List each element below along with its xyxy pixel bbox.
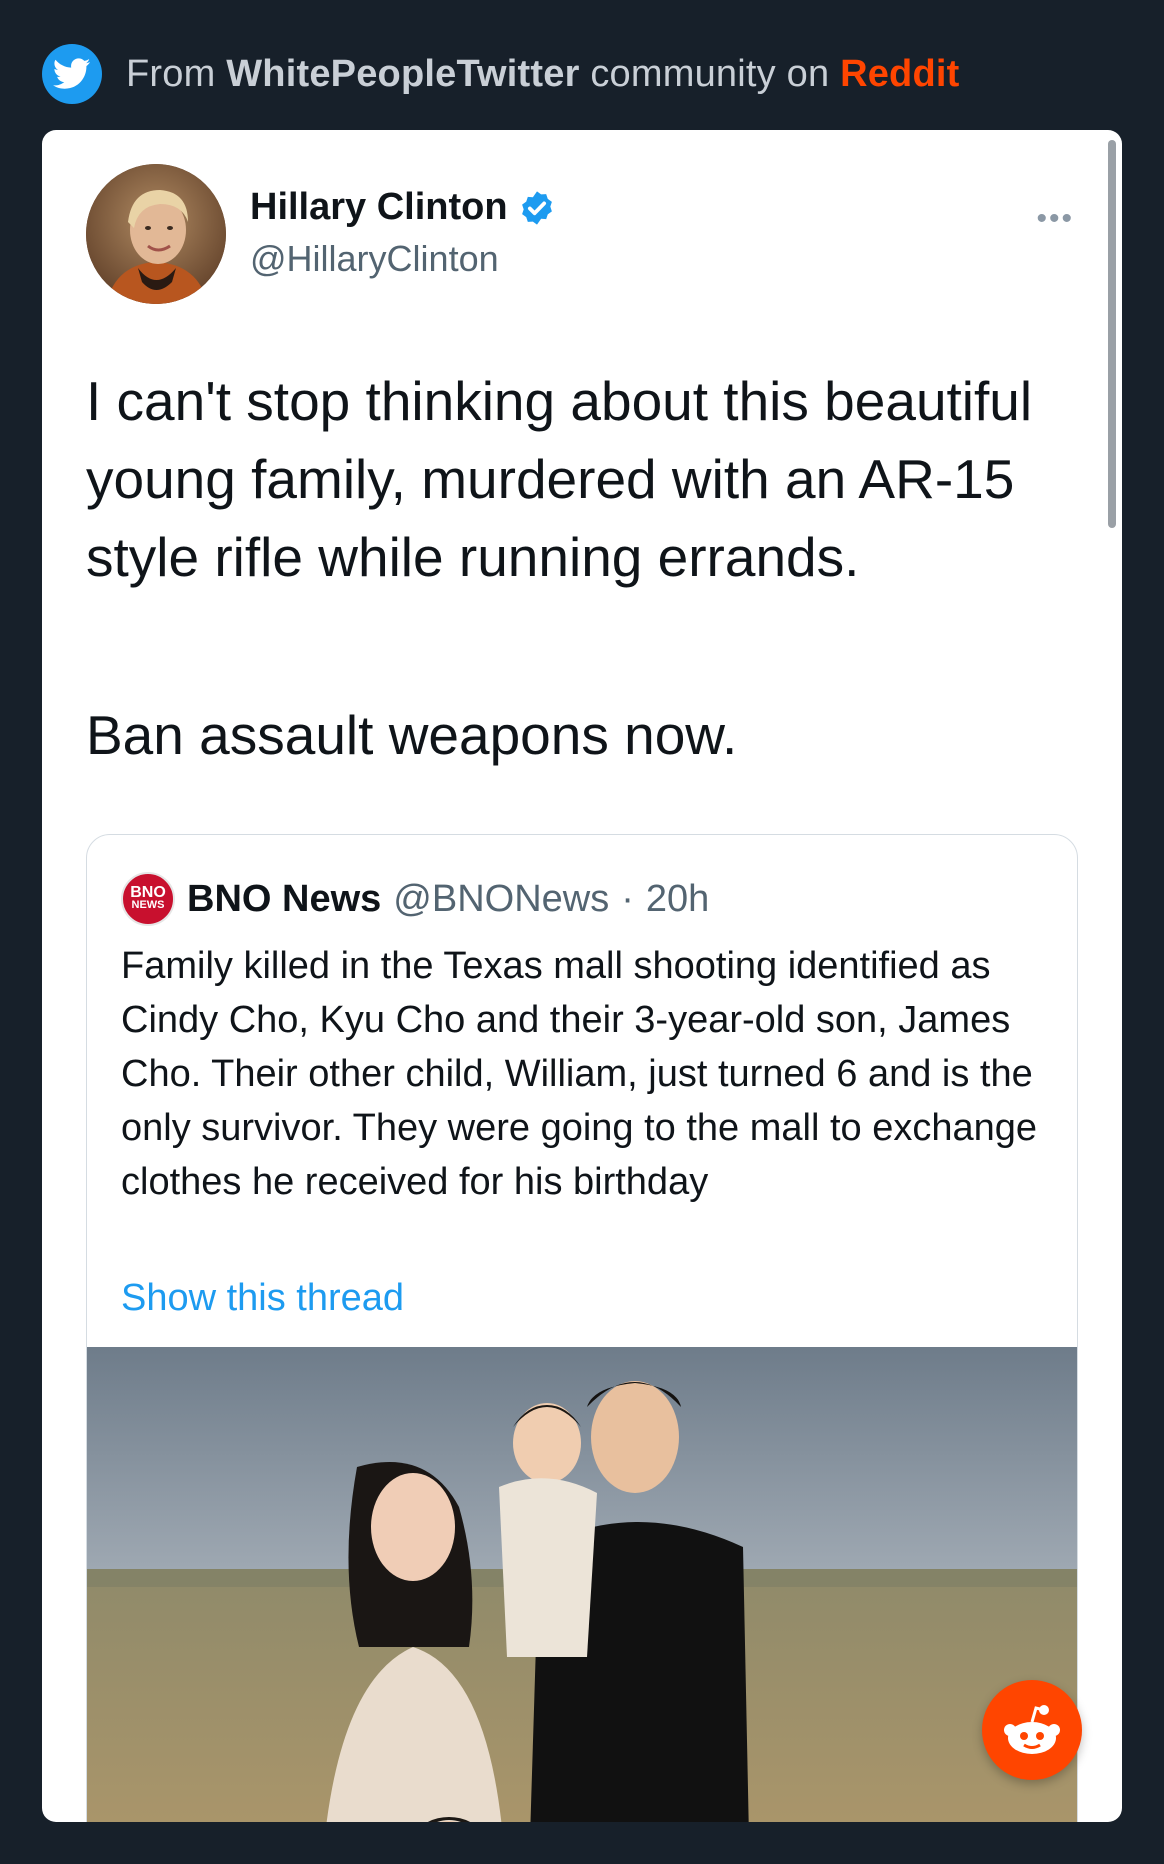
author-name[interactable]: Hillary Clinton [250, 186, 556, 229]
quoted-timestamp[interactable]: 20h [646, 878, 709, 921]
author-handle[interactable]: @HillaryClinton [250, 238, 499, 280]
app-frame: From WhitePeopleTwitter community on Red… [0, 0, 1164, 1864]
quoted-author-name[interactable]: BNO News [187, 878, 381, 921]
bno-logo-icon[interactable]: BNO NEWS [121, 872, 175, 926]
community-link[interactable]: WhitePeopleTwitter [226, 53, 579, 95]
source-header: From WhitePeopleTwitter community on Red… [42, 44, 1122, 104]
quoted-header: BNO NEWS BNO News @BNONews · 20h [121, 871, 709, 927]
reddit-snoo-icon [1004, 1705, 1060, 1754]
scrollbar[interactable] [1108, 140, 1116, 528]
tweet-text-2: Ban assault weapons now. [86, 704, 738, 766]
quoted-author-handle[interactable]: @BNONews [393, 878, 609, 921]
source-middle: community on [590, 52, 830, 95]
show-thread-link[interactable]: Show this thread [121, 1277, 404, 1320]
verified-badge-icon [521, 190, 552, 225]
family-photo[interactable] [87, 1347, 1077, 1822]
more-options-icon[interactable]: ••• [1036, 202, 1074, 236]
source-prefix: From [126, 52, 216, 95]
source-label: From WhitePeopleTwitter community on Red… [126, 53, 959, 96]
tweet-text: I can't stop thinking about this beautif… [86, 370, 1033, 588]
avatar[interactable] [86, 164, 226, 304]
separator-dot: · [621, 877, 634, 920]
author-name-text: Hillary Clinton [250, 186, 508, 228]
tweet-card: Hillary Clinton @HillaryClinton ••• I ca… [42, 130, 1122, 1822]
twitter-bird-icon [42, 44, 102, 104]
reddit-snoo-button[interactable] [982, 1680, 1082, 1780]
reddit-link[interactable]: Reddit [840, 53, 959, 95]
quoted-tweet[interactable]: BNO NEWS BNO News @BNONews · 20h Family … [86, 834, 1078, 1822]
quoted-text: Family killed in the Texas mall shooting… [121, 945, 1038, 1203]
